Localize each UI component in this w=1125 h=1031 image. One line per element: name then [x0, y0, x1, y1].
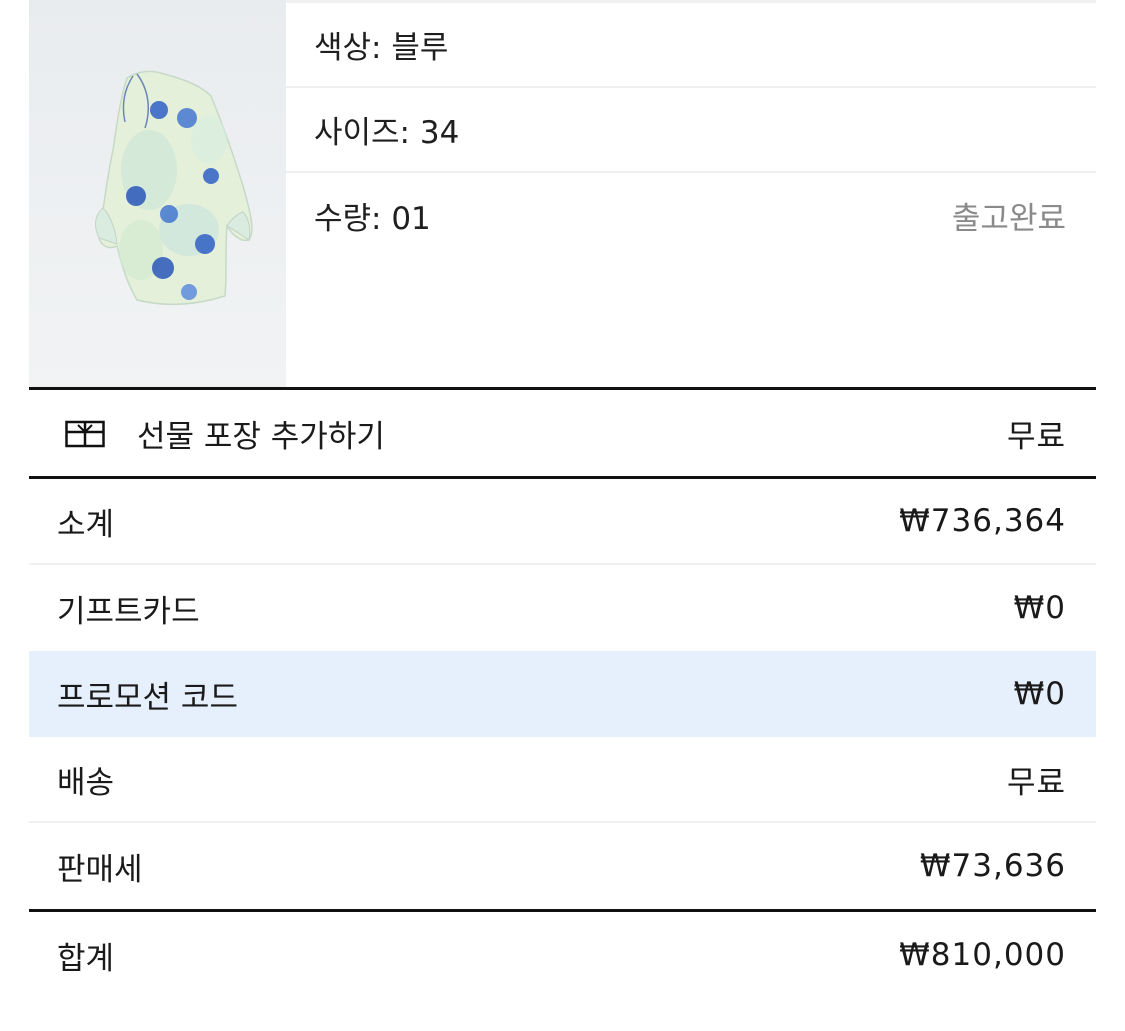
product-image[interactable]: [29, 0, 286, 387]
sales-tax-label: 판매세: [57, 851, 143, 888]
gift-wrap-row[interactable]: 선물 포장 추가하기 무료: [29, 390, 1096, 476]
dress-image-icon: [95, 70, 253, 306]
gift-card-value: ₩0: [1013, 590, 1066, 626]
gift-wrap-label: 선물 포장 추가하기: [137, 418, 385, 455]
gift-card-row[interactable]: 기프트카드 ₩0: [29, 565, 1096, 651]
subtotal-value: ₩736,364: [899, 503, 1066, 539]
shipping-value: 무료: [1006, 764, 1066, 801]
gift-wrap-option[interactable]: 선물 포장 추가하기: [57, 411, 385, 456]
subtotal-label: 소계: [57, 506, 115, 543]
gift-wrap-price: 무료: [1006, 418, 1066, 455]
shipping-status: 출고완료: [951, 201, 1066, 237]
sales-tax-value: ₩73,636: [919, 848, 1066, 884]
sales-tax-row: 판매세 ₩73,636: [29, 823, 1096, 909]
total-label: 합계: [57, 940, 115, 977]
promo-code-value: ₩0: [1013, 676, 1066, 712]
size-label: 사이즈: 34: [314, 115, 460, 151]
shipping-label: 배송: [57, 764, 115, 801]
subtotal-row: 소계 ₩736,364: [29, 479, 1096, 565]
quantity-row: 수량: 01 출고완료: [286, 173, 1096, 258]
total-value: ₩810,000: [899, 937, 1066, 973]
promo-code-row[interactable]: 프로모션 코드 ₩0: [29, 651, 1096, 737]
color-label: 색상: 블루: [314, 30, 449, 66]
quantity-label: 수량: 01: [314, 201, 431, 237]
gift-card-label: 기프트카드: [57, 593, 200, 630]
promo-code-label: 프로모션 코드: [57, 679, 238, 716]
shipping-row: 배송 무료: [29, 737, 1096, 823]
product-attributes: 색상: 블루 사이즈: 34 수량: 01 출고완료: [286, 0, 1096, 387]
order-summary: 색상: 블루 사이즈: 34 수량: 01 출고완료 선물 포장 추가하기 무료: [29, 0, 1096, 998]
gift-box-icon: [65, 420, 105, 448]
color-row: 색상: 블루: [286, 3, 1096, 88]
product-item: 색상: 블루 사이즈: 34 수량: 01 출고완료: [29, 0, 1096, 387]
size-row: 사이즈: 34: [286, 88, 1096, 173]
total-row: 합계 ₩810,000: [29, 912, 1096, 998]
